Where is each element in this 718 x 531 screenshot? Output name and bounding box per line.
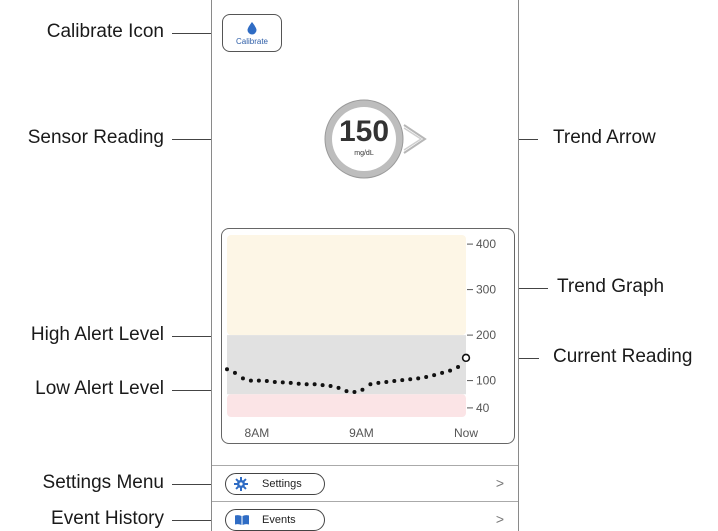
y-tick-label: 400 (476, 237, 496, 251)
callout-trend-arrow: Trend Arrow (553, 127, 656, 148)
data-point (376, 380, 381, 385)
data-point (296, 381, 301, 386)
callout-calibrate-icon: Calibrate Icon (46, 21, 164, 42)
y-tick-label: 200 (476, 328, 496, 342)
target-zone (227, 335, 466, 395)
data-point (264, 379, 269, 384)
low-zone (227, 394, 466, 417)
data-point (328, 384, 333, 389)
data-point (248, 378, 253, 383)
callout-high-alert-level: High Alert Level (30, 324, 164, 345)
data-point (392, 379, 397, 384)
callout-current-reading: Current Reading (553, 346, 693, 367)
callout-event-history: Event History (51, 508, 164, 529)
data-point (456, 364, 461, 369)
data-point (352, 389, 357, 394)
leader-trend-graph (518, 288, 548, 289)
trend-graph: 40 100 200 300 400 8AM 9AM Now (221, 228, 515, 444)
settings-button[interactable]: Settings (225, 473, 325, 495)
high-zone (227, 235, 466, 336)
y-tick-label: 300 (476, 283, 496, 297)
data-point (368, 382, 373, 387)
calibrate-button[interactable]: Calibrate (222, 14, 282, 52)
y-tick-label: 100 (476, 374, 496, 388)
sensor-reading: 150 mg/dL (320, 95, 430, 190)
callout-trend-graph: Trend Graph (557, 276, 665, 297)
data-point (424, 374, 429, 379)
data-point (225, 367, 229, 372)
data-point (432, 373, 437, 378)
data-point (440, 370, 445, 375)
data-point (256, 378, 261, 383)
data-point (336, 385, 341, 390)
data-point (360, 387, 365, 392)
data-point (320, 383, 325, 388)
data-point (312, 382, 317, 387)
gear-icon (234, 477, 248, 496)
book-icon (234, 513, 250, 531)
callout-sensor-reading: Sensor Reading (27, 127, 164, 148)
callout-settings-menu: Settings Menu (42, 472, 164, 493)
data-point (304, 382, 309, 387)
data-point (344, 389, 349, 394)
data-point (232, 370, 237, 375)
events-row[interactable]: Events > (212, 501, 518, 531)
calibrate-label: Calibrate (235, 37, 268, 46)
data-point (280, 380, 285, 385)
callout-low-alert-level: Low Alert Level (35, 378, 164, 399)
events-label: Events (262, 514, 296, 526)
reading-value: 150 (338, 115, 390, 148)
x-tick-label: 8AM (245, 426, 270, 440)
data-point (408, 377, 413, 382)
chevron-right-icon: > (495, 475, 504, 491)
data-point (416, 376, 421, 381)
y-tick-label: 40 (476, 401, 490, 415)
app-screen: Calibrate 150 mg/dL 40 100 200 300 400 8AM 9AM… (211, 0, 519, 531)
settings-row[interactable]: Settings > (212, 465, 518, 502)
settings-label: Settings (262, 478, 302, 490)
data-point (400, 378, 405, 383)
data-point (288, 380, 293, 385)
events-button[interactable]: Events (225, 509, 325, 531)
x-tick-label: 9AM (349, 426, 374, 440)
data-point (272, 379, 277, 384)
current-reading-point (461, 353, 471, 363)
reading-unit: mg/dL (354, 150, 374, 157)
chevron-right-icon: > (495, 511, 504, 527)
data-point (240, 376, 245, 381)
data-point (448, 368, 453, 373)
data-point (384, 379, 389, 384)
trend-graph-chart: 40 100 200 300 400 8AM 9AM Now (225, 235, 496, 440)
x-tick-label: Now (454, 426, 478, 440)
